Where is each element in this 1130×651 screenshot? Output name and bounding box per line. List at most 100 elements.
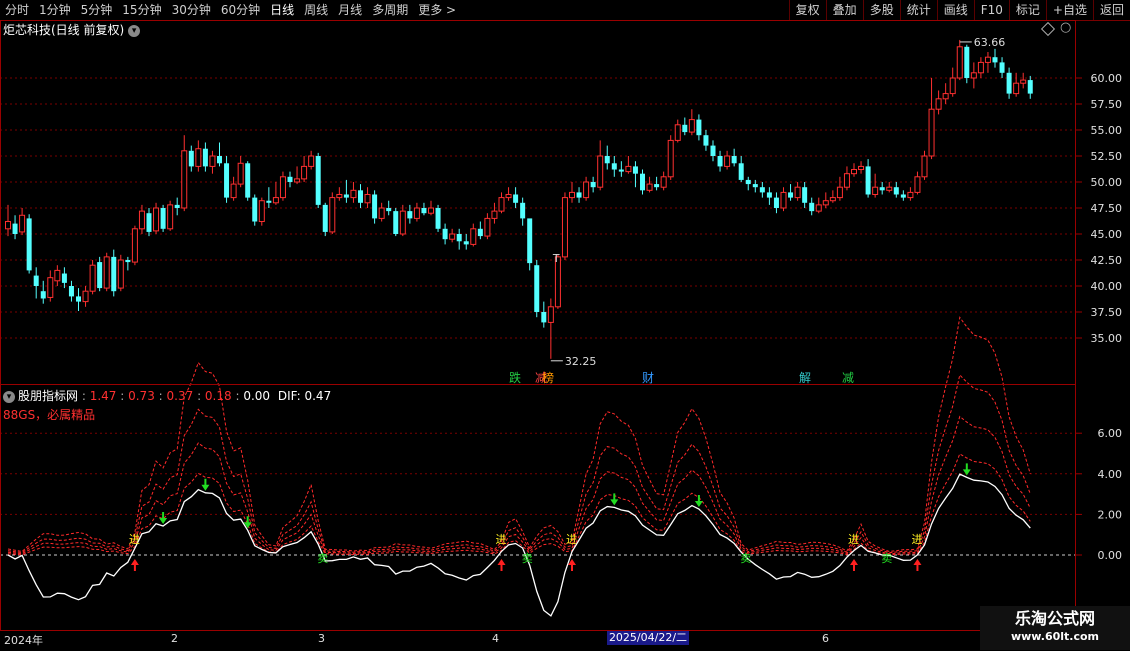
indicator-value-4: 0.18: [204, 389, 232, 403]
candle-body: [252, 197, 258, 222]
candle-body: [597, 155, 604, 188]
candle-body: [463, 241, 469, 245]
event-tag: 跌: [509, 370, 521, 385]
indicator-axis-label: 4.00: [1098, 468, 1123, 481]
candle-body: [992, 57, 998, 63]
buy-arrow-icon: [913, 559, 922, 572]
watermark-logo: 乐淘公式网 www.60lt.com: [980, 606, 1130, 650]
candle-body: [279, 176, 286, 199]
candle-body: [89, 264, 96, 292]
candle-body: [569, 191, 575, 199]
price-axis-label: 42.50: [1091, 254, 1123, 267]
candle-body: [752, 184, 758, 188]
price-axis-label: 52.50: [1091, 150, 1123, 163]
candle-body: [745, 179, 751, 185]
price-axis-label: 50.00: [1091, 176, 1123, 189]
candle-body: [682, 124, 688, 133]
buy-arrow-icon: [850, 559, 858, 572]
candle-body: [181, 150, 188, 209]
candle-body: [470, 228, 477, 245]
candle-body: [1006, 72, 1012, 94]
candle-body: [160, 208, 166, 229]
candle-body: [534, 265, 540, 312]
candle-body: [505, 193, 512, 199]
candle-body: [858, 165, 865, 171]
t-marker: T: [552, 252, 560, 265]
dif-label: DIF: 0.47: [277, 389, 332, 403]
indicator-title[interactable]: ▾ 股朋指标网 : 1.47 : 0.73 : 0.37 : 0.18 : 0.0…: [3, 387, 331, 404]
candle-body: [40, 291, 46, 299]
candle-body: [970, 72, 977, 79]
logo-line2: www.60lt.com: [1010, 630, 1100, 643]
x-label-apr: 4: [492, 632, 499, 645]
indicator-axis-label: 2.00: [1098, 508, 1123, 521]
sell-signal-label: 卖: [522, 552, 533, 565]
candle-body: [717, 156, 723, 167]
price-axis-label: 45.00: [1091, 228, 1123, 241]
candle-body: [674, 124, 681, 141]
x-label-jun: 6: [822, 632, 829, 645]
candle-body: [315, 156, 321, 205]
logo-line1: 乐淘公式网: [1014, 609, 1095, 628]
candle-body: [949, 77, 956, 95]
buy-arrow-icon: [497, 559, 506, 572]
indicator-name: 股朋指标网: [18, 389, 79, 403]
candle-body: [97, 262, 103, 289]
candle-body: [921, 155, 928, 178]
candle-body: [237, 162, 244, 185]
high-price-label: 63.66: [974, 36, 1006, 49]
price-axis-label: 35.00: [1091, 332, 1123, 345]
candle-body: [484, 217, 491, 237]
candle-body: [907, 191, 914, 199]
candle-body: [477, 228, 483, 237]
candle-body: [660, 176, 667, 188]
candle-body: [407, 211, 413, 219]
candle-body: [336, 193, 343, 199]
candle-body: [428, 207, 434, 214]
chart-canvas[interactable]: 60.0057.5055.0052.5050.0047.5045.0042.50…: [0, 0, 1130, 650]
candle-body: [914, 176, 921, 193]
buy-signal-label: 进: [496, 533, 507, 546]
indicator-axis-label: 6.00: [1098, 427, 1123, 440]
event-tag: 减: [842, 371, 854, 385]
candle-body: [738, 163, 744, 180]
candle-body: [19, 214, 26, 233]
buy-signal-label: 进: [566, 533, 577, 546]
candle-body: [640, 173, 645, 191]
candle-body: [815, 204, 822, 212]
candle-body: [942, 93, 949, 100]
event-tag: 解: [799, 371, 811, 385]
indicator-band-line: [7, 415, 1031, 555]
sell-signal-label: 卖: [881, 552, 892, 565]
sell-arrow-icon: [962, 463, 971, 476]
candle-body: [766, 192, 772, 198]
candle-body: [245, 163, 251, 198]
indicator-value-2: 0.73: [128, 389, 155, 403]
candle-body: [822, 200, 829, 206]
candle-body: [372, 194, 378, 219]
candle-body: [195, 148, 202, 167]
chevron-down-icon[interactable]: ▾: [3, 390, 15, 403]
candle-body: [322, 204, 328, 232]
sell-signal-label: 卖: [740, 552, 751, 565]
candle-body: [413, 207, 420, 219]
candle-body: [724, 155, 731, 167]
x-label-mar: 3: [318, 632, 325, 645]
candle-body: [131, 228, 138, 263]
candle-body: [1020, 79, 1027, 84]
candle-body: [788, 192, 794, 198]
candle-body: [61, 273, 67, 283]
candle-body: [773, 197, 779, 208]
candle-body: [964, 46, 970, 78]
candle-body: [688, 119, 695, 133]
candle-body: [329, 197, 336, 233]
candle-body: [900, 194, 906, 198]
candle-body: [1027, 80, 1033, 94]
candle-body: [294, 178, 301, 183]
candle-body: [696, 119, 702, 136]
candle-body: [272, 197, 279, 204]
date-cursor-label: 2025/04/22/二: [607, 631, 689, 645]
candle-body: [449, 233, 456, 240]
candle-body: [625, 165, 632, 173]
candle-body: [590, 182, 596, 188]
